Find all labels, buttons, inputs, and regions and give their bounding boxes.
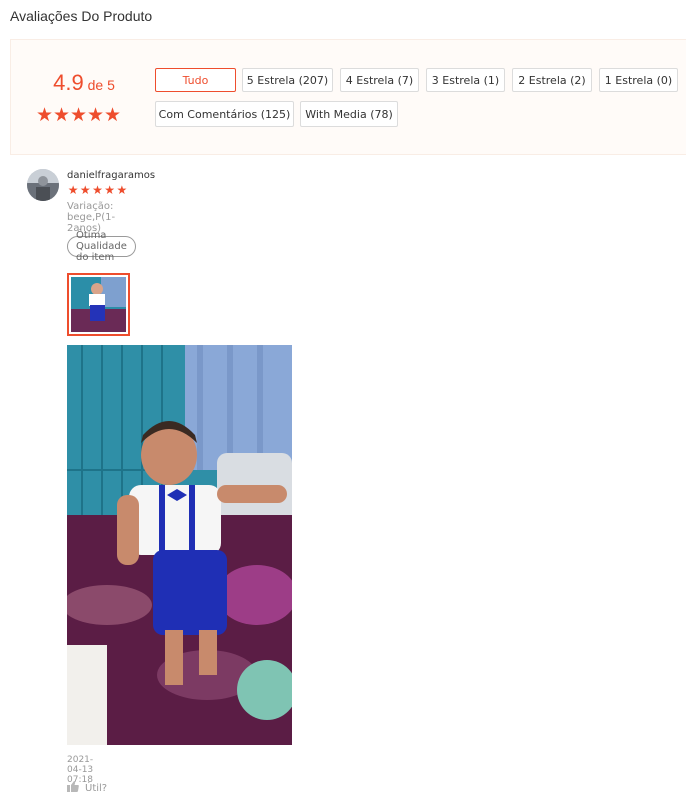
thumbs-up-icon: [67, 781, 79, 795]
star-icon: ★: [92, 183, 103, 197]
avatar[interactable]: [27, 169, 59, 201]
helpful-label: Útil?: [85, 782, 108, 794]
review-stars: ★ ★ ★ ★ ★: [67, 184, 128, 196]
score-suffix: de 5: [83, 77, 115, 93]
helpful-button[interactable]: Útil?: [67, 781, 107, 795]
score-value: 4.9: [53, 70, 84, 95]
filter-with-comments[interactable]: Com Comentários (125): [155, 101, 294, 127]
overview-stars: ★ ★ ★ ★ ★: [36, 106, 121, 125]
star-icon: ★: [79, 183, 91, 197]
star-icon: ★: [87, 105, 105, 126]
star-icon: ★: [67, 183, 79, 197]
review-media-thumbnail[interactable]: [67, 273, 130, 336]
star-icon: ★: [70, 105, 88, 126]
star-icon: ★: [104, 105, 122, 126]
star-icon: ★: [36, 105, 54, 126]
filter-with-media[interactable]: With Media (78): [300, 101, 398, 127]
review-tag: Ótima Qualidade do item: [67, 230, 136, 263]
rating-score: 4.9 de 5: [45, 70, 123, 96]
filter-all[interactable]: Tudo: [155, 68, 236, 92]
review-media-photo[interactable]: [67, 345, 292, 745]
star-icon: ★: [53, 105, 71, 126]
filter-3-stars[interactable]: 3 Estrela (1): [426, 68, 505, 92]
filter-5-stars[interactable]: 5 Estrela (207): [242, 68, 333, 92]
filter-1-star[interactable]: 1 Estrela (0): [599, 68, 678, 92]
filter-4-stars[interactable]: 4 Estrela (7): [340, 68, 419, 92]
filter-2-stars[interactable]: 2 Estrela (2): [512, 68, 592, 92]
rating-overview: 4.9 de 5 ★ ★ ★ ★ ★ Tudo 5 Estrela (207) …: [10, 39, 686, 155]
star-icon: ★: [116, 183, 128, 197]
star-icon: ★: [104, 183, 116, 197]
page-title: Avaliações Do Produto: [10, 8, 153, 24]
review-username: danielfragaramos: [67, 170, 156, 181]
